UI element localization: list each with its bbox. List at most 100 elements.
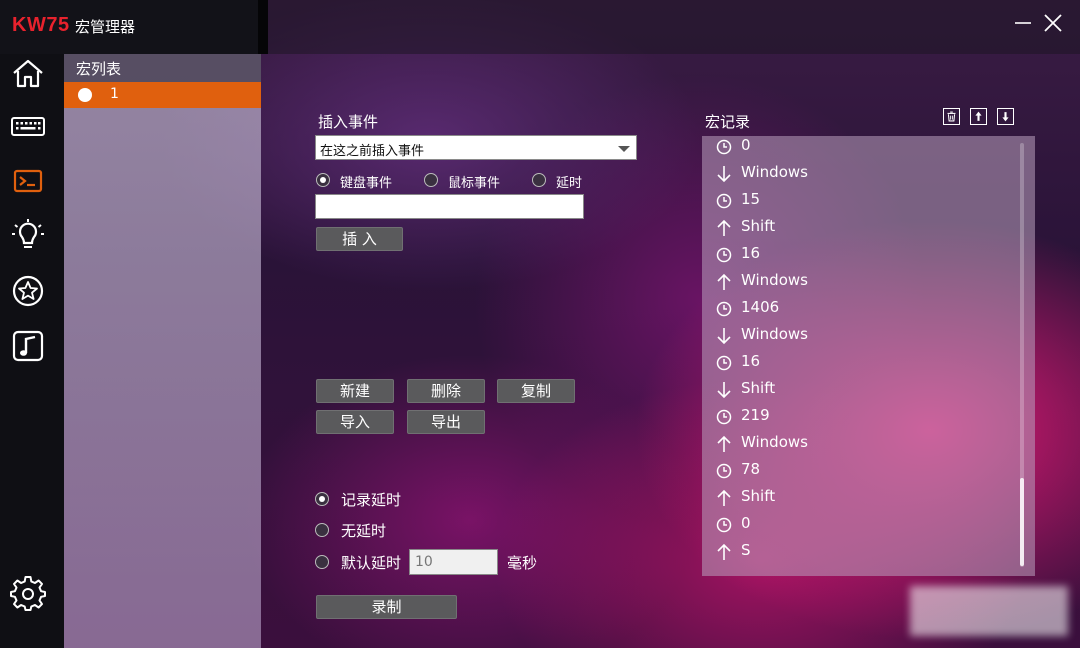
- record-row-text: 0: [741, 136, 751, 154]
- close-icon[interactable]: [1040, 10, 1066, 36]
- macro-terminal-icon[interactable]: [10, 163, 46, 199]
- record-row[interactable]: 0: [714, 512, 1014, 539]
- macro-record-list[interactable]: 0 Windows 15 Shift 16 Windows 1406 Windows 16 Shi…: [702, 136, 1035, 576]
- gear-icon[interactable]: [10, 576, 46, 612]
- record-row[interactable]: Windows: [714, 269, 1014, 296]
- insert-event-title: 插入事件: [318, 113, 379, 131]
- default-delay-input[interactable]: 10: [409, 549, 498, 575]
- record-row[interactable]: Windows: [714, 431, 1014, 458]
- arrow-up-icon[interactable]: [970, 108, 987, 125]
- default-delay-radio[interactable]: [315, 555, 329, 569]
- record-button[interactable]: 录制: [316, 595, 457, 619]
- home-icon[interactable]: [10, 56, 46, 92]
- key-up-arrow-icon: [717, 489, 731, 506]
- macro-manager-window: KW75 宏管理器 宏列表 1 插入事件 在这之前插入事件 键盘事件 鼠标事件 …: [0, 0, 1080, 648]
- key-down-arrow-icon: [717, 328, 731, 345]
- title-bar-drag-area: [268, 0, 1080, 54]
- no-delay-radio[interactable]: [315, 523, 329, 537]
- clock-icon: [716, 355, 732, 371]
- star-icon[interactable]: [10, 273, 46, 309]
- record-row-text: Shift: [741, 487, 776, 505]
- record-row[interactable]: 78: [714, 458, 1014, 485]
- key-down-arrow-icon: [717, 382, 731, 399]
- record-scrollbar-thumb[interactable]: [1020, 478, 1024, 566]
- record-row[interactable]: Shift: [714, 215, 1014, 242]
- macro-item-label: 1: [110, 86, 119, 102]
- record-row-text: 1406: [741, 298, 780, 316]
- insert-button[interactable]: 插 入: [316, 227, 403, 251]
- macro-item-indicator: [78, 88, 92, 102]
- clock-icon: [716, 301, 732, 317]
- event-input[interactable]: [315, 194, 584, 219]
- keyboard-event-label: 键盘事件: [340, 176, 393, 191]
- clock-icon: [716, 517, 732, 533]
- clock-icon: [716, 139, 732, 155]
- import-button[interactable]: 导入: [316, 410, 394, 434]
- keyboard-icon[interactable]: [10, 109, 46, 145]
- trash-icon[interactable]: [943, 108, 960, 125]
- record-row[interactable]: 219: [714, 404, 1014, 431]
- key-up-arrow-icon: [717, 435, 731, 452]
- record-row[interactable]: Shift: [714, 377, 1014, 404]
- record-row-text: 16: [741, 244, 761, 262]
- arrow-down-icon[interactable]: [997, 108, 1014, 125]
- delay-event-radio[interactable]: [532, 173, 546, 187]
- brand-logo: KW75: [12, 14, 70, 36]
- macro-list-header: 宏列表: [64, 54, 261, 82]
- insert-position-value: 在这之前插入事件: [320, 144, 425, 159]
- key-down-arrow-icon: [717, 166, 731, 183]
- record-row-text: 16: [741, 352, 761, 370]
- music-icon[interactable]: [10, 328, 46, 364]
- mouse-event-label: 鼠标事件: [448, 176, 501, 191]
- title-bar-divider: [258, 0, 268, 54]
- keyboard-event-radio[interactable]: [316, 173, 330, 187]
- delay-unit-label: 毫秒: [507, 554, 538, 572]
- record-row-text: S: [741, 541, 751, 559]
- key-up-arrow-icon: [717, 219, 731, 236]
- record-row[interactable]: 1406: [714, 296, 1014, 323]
- new-button[interactable]: 新建: [316, 379, 394, 403]
- mouse-event-radio[interactable]: [424, 173, 438, 187]
- macro-list-item[interactable]: 1: [64, 82, 261, 108]
- lightbulb-icon[interactable]: [10, 218, 46, 254]
- clock-icon: [716, 247, 732, 263]
- record-row[interactable]: Windows: [714, 323, 1014, 350]
- copy-button[interactable]: 复制: [497, 379, 575, 403]
- record-delay-label: 记录延时: [341, 491, 402, 509]
- app-title: 宏管理器: [75, 18, 136, 36]
- record-row-text: Windows: [741, 271, 808, 289]
- no-delay-label: 无延时: [341, 522, 387, 540]
- delay-event-label: 延时: [556, 176, 583, 191]
- record-row-text: Windows: [741, 433, 808, 451]
- macro-list-title: 宏列表: [76, 60, 122, 78]
- key-up-arrow-icon: [717, 273, 731, 290]
- default-delay-label: 默认延时: [341, 554, 402, 572]
- record-row[interactable]: Shift: [714, 485, 1014, 512]
- delete-button[interactable]: 删除: [407, 379, 485, 403]
- record-row[interactable]: 0: [714, 136, 1014, 161]
- record-row[interactable]: 15: [714, 188, 1014, 215]
- record-row-text: 78: [741, 460, 761, 478]
- chevron-down-icon: [618, 146, 630, 152]
- record-row[interactable]: 16: [714, 350, 1014, 377]
- record-row-text: Shift: [741, 217, 776, 235]
- record-row[interactable]: 16: [714, 242, 1014, 269]
- clock-icon: [716, 463, 732, 479]
- insert-position-select[interactable]: 在这之前插入事件: [315, 135, 637, 160]
- record-delay-radio[interactable]: [315, 492, 329, 506]
- record-row[interactable]: Windows: [714, 161, 1014, 188]
- macro-list-panel: 宏列表 1: [64, 54, 261, 648]
- record-row-text: Windows: [741, 325, 808, 343]
- minimize-icon[interactable]: [1010, 10, 1036, 36]
- record-row-text: 15: [741, 190, 761, 208]
- watermark-blur: [910, 586, 1068, 636]
- record-row-text: 219: [741, 406, 770, 424]
- record-row-text: Shift: [741, 379, 776, 397]
- macro-record-title: 宏记录: [705, 113, 751, 131]
- clock-icon: [716, 409, 732, 425]
- record-row-text: Windows: [741, 163, 808, 181]
- clock-icon: [716, 193, 732, 209]
- export-button[interactable]: 导出: [407, 410, 485, 434]
- record-row-text: 0: [741, 514, 751, 532]
- record-row[interactable]: S: [714, 539, 1014, 566]
